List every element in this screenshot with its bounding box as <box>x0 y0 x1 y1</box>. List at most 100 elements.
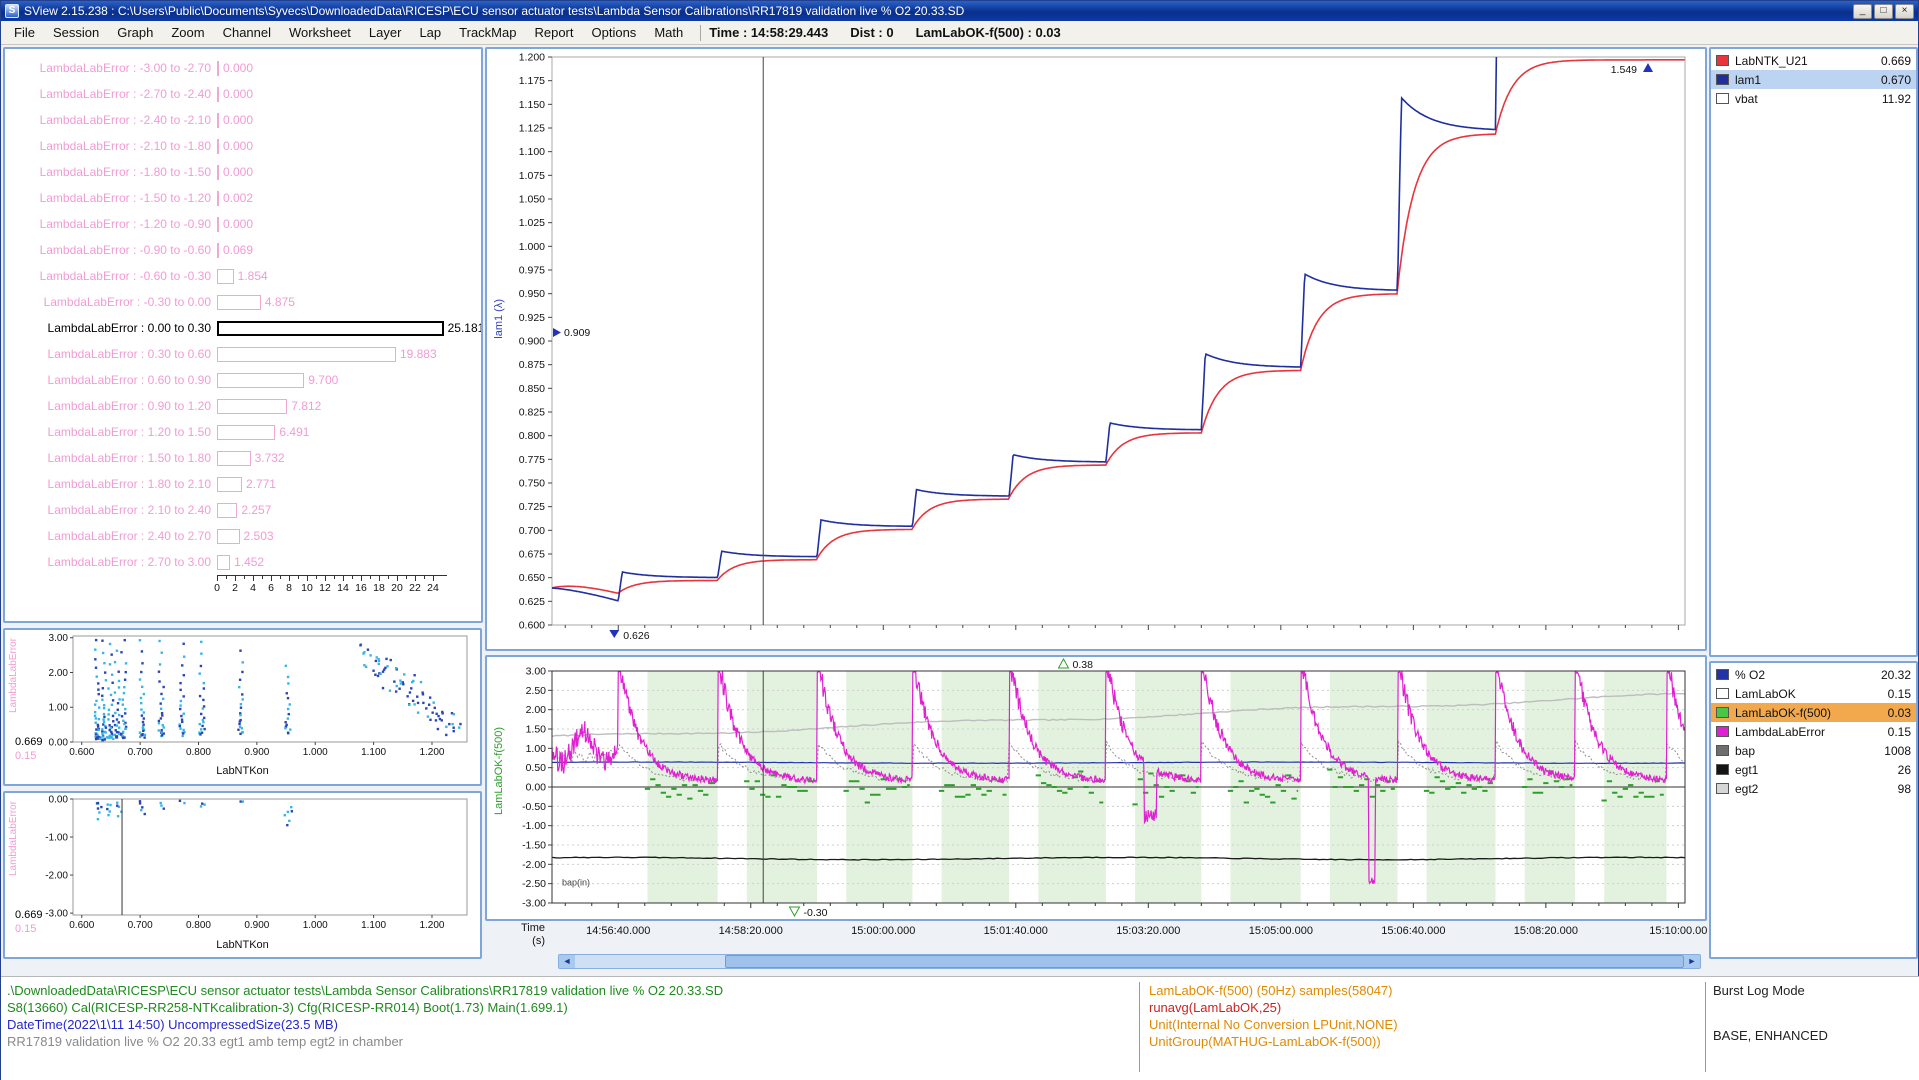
histogram-row[interactable]: LambdaLabError : -2.10 to -1.80 0.000 <box>5 133 481 159</box>
histogram-axis-tick-label: 16 <box>355 582 367 594</box>
legend-channel-value: 0.15 <box>1888 687 1911 701</box>
histogram-axis-tick-label: 18 <box>373 582 385 594</box>
histogram-bin-value: 0.000 <box>223 165 253 179</box>
menu-layer[interactable]: Layer <box>360 22 411 43</box>
histogram-bin-label: LambdaLabError : 0.90 to 1.20 <box>5 399 211 413</box>
menu-zoom[interactable]: Zoom <box>162 22 213 43</box>
lam1-time-chart[interactable]: 0.6000.6250.6500.6750.7000.7250.7500.775… <box>487 49 1705 649</box>
histogram-row[interactable]: LambdaLabError : 0.90 to 1.207.812 <box>5 393 481 419</box>
histogram-row[interactable]: LambdaLabError : -2.70 to -2.400.000 <box>5 81 481 107</box>
svg-text:0.950: 0.950 <box>519 288 545 300</box>
scroll-left-button[interactable]: ◄ <box>559 955 575 968</box>
menu-channel[interactable]: Channel <box>214 22 280 43</box>
legend-channel-value: 0.03 <box>1888 706 1911 720</box>
histogram-axis-tick-label: 10 <box>301 582 313 594</box>
histogram-bar <box>217 373 304 388</box>
menu-graph[interactable]: Graph <box>108 22 162 43</box>
histogram-row[interactable]: LambdaLabError : 2.40 to 2.702.503 <box>5 523 481 549</box>
histogram-bin-value: 2.503 <box>244 529 274 543</box>
legend-row--o2[interactable]: % O220.32 <box>1711 665 1916 684</box>
menu-worksheet[interactable]: Worksheet <box>280 22 360 43</box>
histogram-row[interactable]: LambdaLabError : -1.20 to -0.900.000 <box>5 211 481 237</box>
legend-row-lam1[interactable]: lam10.670 <box>1711 70 1916 89</box>
lamlabok-time-chart[interactable]: -3.00-2.50-2.00-1.50-1.00-0.500.000.501.… <box>487 657 1705 919</box>
histogram-row[interactable]: LambdaLabError : -1.80 to -1.500.000 <box>5 159 481 185</box>
sview-window: { "window": { "title": "SView 2.15.238 :… <box>0 0 1919 1080</box>
legend-channel-name: vbat <box>1735 92 1882 106</box>
menu-options[interactable]: Options <box>583 22 646 43</box>
histogram-bin-value: 19.883 <box>400 347 437 361</box>
menu-lap[interactable]: Lap <box>410 22 450 43</box>
time-tick-label: 15:00:00.000 <box>835 925 931 937</box>
menu-session[interactable]: Session <box>44 22 108 43</box>
title-bar[interactable]: S SView 2.15.238 : C:\Users\Public\Docum… <box>1 1 1918 21</box>
maximize-button[interactable]: □ <box>1874 4 1893 19</box>
scatter1-y-axis-label: LambdaLabError <box>8 638 19 713</box>
svg-text:-1.00: -1.00 <box>45 833 68 844</box>
menu-file[interactable]: File <box>5 22 44 43</box>
histogram-row[interactable]: LambdaLabError : -0.90 to -0.600.069 <box>5 237 481 263</box>
legend-row-egt2[interactable]: egt298 <box>1711 779 1916 798</box>
histogram-row[interactable]: LambdaLabError : 0.00 to 0.3025.181 <box>5 315 481 341</box>
histogram-axis-tick <box>424 576 425 579</box>
histogram-row[interactable]: LambdaLabError : 2.10 to 2.402.257 <box>5 497 481 523</box>
histogram-bin-label: LambdaLabError : -2.70 to -2.40 <box>5 87 211 101</box>
histogram-row[interactable]: LambdaLabError : -3.00 to -2.700.000 <box>5 55 481 81</box>
histogram-row[interactable]: LambdaLabError : -0.60 to -0.301.854 <box>5 263 481 289</box>
svg-text:0.650: 0.650 <box>519 572 545 584</box>
histogram-bin-value: 0.069 <box>223 243 253 257</box>
legend-row-egt1[interactable]: egt126 <box>1711 760 1916 779</box>
menu-trackmap[interactable]: TrackMap <box>450 22 525 43</box>
legend-row-bap[interactable]: bap1008 <box>1711 741 1916 760</box>
histogram-bar <box>217 451 251 466</box>
histogram-axis-tick <box>253 576 254 581</box>
horizontal-scrollbar[interactable]: ◄ ► <box>558 954 1701 969</box>
histogram-row[interactable]: LambdaLabError : 1.80 to 2.102.771 <box>5 471 481 497</box>
histogram-bin-value: 25.181 <box>448 321 483 335</box>
scatter-plot-negative[interactable]: 0.00-1.00-2.00-3.000.6000.7000.8000.9001… <box>5 793 480 957</box>
legend-color-swatch <box>1716 93 1729 104</box>
close-button[interactable]: × <box>1895 4 1914 19</box>
svg-text:0.700: 0.700 <box>519 525 545 537</box>
histogram-axis-tick <box>298 576 299 579</box>
histogram-axis-tick-label: 0 <box>214 582 220 594</box>
histogram-bin-value: 1.854 <box>238 269 268 283</box>
scrollbar-thumb[interactable] <box>725 955 1684 968</box>
status-line: RR17819 validation live % O2 20.33 egt1 … <box>7 1033 1127 1050</box>
histogram-bin-label: LambdaLabError : -2.10 to -1.80 <box>5 139 211 153</box>
cursor-channel-readout: LamLabOK-f(500) : 0.03 <box>916 25 1061 40</box>
histogram-row[interactable]: LambdaLabError : 2.70 to 3.001.452 <box>5 549 481 575</box>
histogram-row[interactable]: LambdaLabError : 0.60 to 0.909.700 <box>5 367 481 393</box>
histogram-axis-tick <box>379 576 380 581</box>
histogram-bin-value: 0.000 <box>223 113 253 127</box>
minimize-button[interactable]: _ <box>1853 4 1872 19</box>
legend-row-vbat[interactable]: vbat11.92 <box>1711 89 1916 108</box>
histogram-axis-tick <box>415 576 416 581</box>
histogram-axis-tick <box>316 576 317 579</box>
histogram-row[interactable]: LambdaLabError : -1.50 to -1.200.002 <box>5 185 481 211</box>
histogram-bin-value: 0.000 <box>223 139 253 153</box>
legend-row-lambdalaberror[interactable]: LambdaLabError0.15 <box>1711 722 1916 741</box>
scatter-plot-positive[interactable]: 0.001.002.003.000.6000.7000.8000.9001.00… <box>5 630 480 784</box>
svg-text:-0.30: -0.30 <box>804 907 828 919</box>
lambda-error-histogram-panel: LambdaLabError : -3.00 to -2.700.000Lamb… <box>3 47 483 623</box>
histogram-row[interactable]: LambdaLabError : -2.40 to -2.100.000 <box>5 107 481 133</box>
legend-channel-name: lam1 <box>1735 73 1881 87</box>
svg-text:-1.50: -1.50 <box>522 840 546 852</box>
menu-math[interactable]: Math <box>645 22 692 43</box>
histogram-axis-tick-label: 14 <box>337 582 349 594</box>
legend-channel-value: 26 <box>1898 763 1911 777</box>
histogram-row[interactable]: LambdaLabError : 1.20 to 1.506.491 <box>5 419 481 445</box>
histogram-row[interactable]: LambdaLabError : 1.50 to 1.803.732 <box>5 445 481 471</box>
legend-row-lamlabok[interactable]: LamLabOK0.15 <box>1711 684 1916 703</box>
legend-row-lamlabok-f-500-[interactable]: LamLabOK-f(500)0.03 <box>1711 703 1916 722</box>
scroll-right-button[interactable]: ► <box>1684 955 1700 968</box>
svg-text:0.626: 0.626 <box>623 630 649 642</box>
svg-text:1.000: 1.000 <box>303 747 328 758</box>
scrollbar-track[interactable] <box>575 955 1684 968</box>
svg-text:-0.50: -0.50 <box>522 801 546 813</box>
histogram-row[interactable]: LambdaLabError : 0.30 to 0.6019.883 <box>5 341 481 367</box>
menu-report[interactable]: Report <box>525 22 582 43</box>
legend-row-labntk-u21[interactable]: LabNTK_U210.669 <box>1711 51 1916 70</box>
histogram-row[interactable]: LambdaLabError : -0.30 to 0.004.875 <box>5 289 481 315</box>
